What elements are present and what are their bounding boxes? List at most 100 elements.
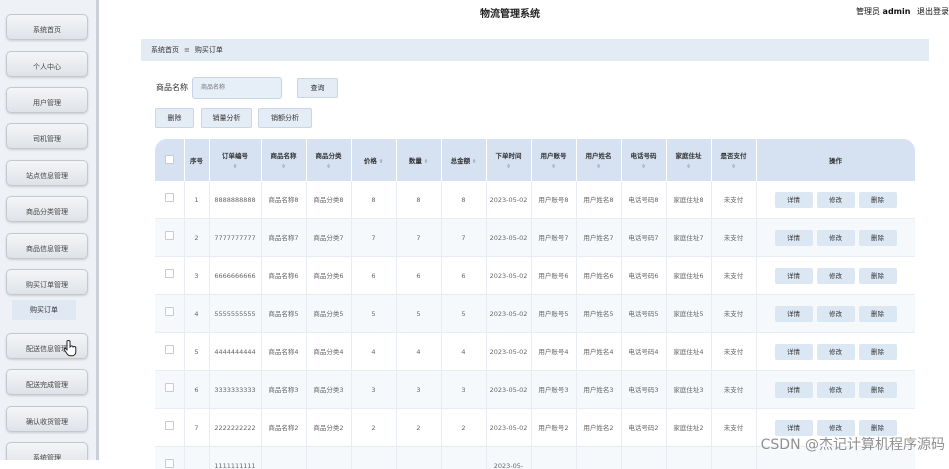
detail-button[interactable]: 详情 xyxy=(775,306,813,322)
row-select-cell[interactable] xyxy=(155,371,184,409)
row-delete-button[interactable]: 删除 xyxy=(859,192,897,208)
search-button[interactable]: 查询 xyxy=(297,78,338,98)
edit-button[interactable]: 修改 xyxy=(817,306,855,322)
breadcrumb-separator: ≡ xyxy=(184,46,190,54)
cell-quantity: 6 xyxy=(396,257,441,295)
header-product-name[interactable]: 商品名称⇳ xyxy=(261,139,306,181)
sort-icon[interactable]: ⇳ xyxy=(307,165,351,170)
sidebar-subitem-purchase-orders[interactable]: 购买订单 xyxy=(12,300,76,320)
row-select-cell[interactable] xyxy=(155,333,184,371)
cell-index: 4 xyxy=(184,295,209,333)
edit-button[interactable]: 修改 xyxy=(817,192,855,208)
edit-button[interactable]: 修改 xyxy=(817,382,855,398)
sort-icon[interactable]: ⇳ xyxy=(487,165,531,170)
header-order-time[interactable]: 下单时间⇳ xyxy=(486,139,531,181)
breadcrumb-home[interactable]: 系统首页 xyxy=(151,45,179,55)
row-checkbox[interactable] xyxy=(165,269,174,278)
sort-icon[interactable]: ⇳ xyxy=(532,165,576,170)
header-order-no[interactable]: 订单编号⇳ xyxy=(209,139,261,181)
sort-icon[interactable]: ⇳ xyxy=(577,165,621,170)
sidebar-item-products[interactable]: 商品信息管理 xyxy=(6,233,88,259)
sort-icon[interactable]: ⇳ xyxy=(210,165,261,170)
sort-icon[interactable]: ⇳ xyxy=(424,159,428,165)
header-user-name[interactable]: 用户姓名⇳ xyxy=(576,139,621,181)
row-actions-cell: 详情修改删除 xyxy=(756,219,915,257)
row-checkbox[interactable] xyxy=(165,345,174,354)
header-select-all[interactable] xyxy=(155,139,184,181)
logout-link[interactable]: 退出登录 xyxy=(917,7,949,16)
cell-address: 家庭住址7 xyxy=(666,219,711,257)
cell-order-time: 2023-05-02 xyxy=(486,257,531,295)
cell-product-name xyxy=(261,447,306,469)
sidebar-item-confirm-receipt[interactable]: 确认收货管理 xyxy=(6,406,88,432)
edit-button[interactable]: 修改 xyxy=(817,268,855,284)
detail-button[interactable]: 详情 xyxy=(775,230,813,246)
search-input[interactable] xyxy=(192,77,282,99)
header-category[interactable]: 商品分类⇳ xyxy=(306,139,351,181)
sidebar-item-drivers[interactable]: 司机管理 xyxy=(6,123,88,149)
sort-icon[interactable]: ⇳ xyxy=(712,165,756,170)
delete-button[interactable]: 删除 xyxy=(155,108,194,128)
sidebar-item-orders[interactable]: 购买订单管理 xyxy=(6,269,88,295)
detail-button[interactable]: 详情 xyxy=(775,192,813,208)
row-delete-button[interactable]: 删除 xyxy=(859,230,897,246)
header-account[interactable]: 用户账号⇳ xyxy=(531,139,576,181)
header-quantity[interactable]: 数量⇳ xyxy=(396,139,441,181)
sidebar-item-categories[interactable]: 商品分类管理 xyxy=(6,196,88,222)
row-checkbox[interactable] xyxy=(165,231,174,240)
edit-button[interactable]: 修改 xyxy=(817,344,855,360)
row-delete-button[interactable]: 删除 xyxy=(859,382,897,398)
row-delete-button[interactable]: 删除 xyxy=(859,268,897,284)
header-phone[interactable]: 电话号码⇳ xyxy=(621,139,666,181)
detail-button[interactable]: 详情 xyxy=(775,268,813,284)
row-checkbox[interactable] xyxy=(165,193,174,202)
row-select-cell[interactable] xyxy=(155,219,184,257)
header-address[interactable]: 家庭住址⇳ xyxy=(666,139,711,181)
cell-phone: 电话号码5 xyxy=(621,295,666,333)
cell-phone xyxy=(621,447,666,469)
sort-icon[interactable]: ⇳ xyxy=(262,165,306,170)
row-checkbox[interactable] xyxy=(165,459,174,468)
row-select-cell[interactable] xyxy=(155,447,184,469)
edit-button[interactable]: 修改 xyxy=(817,230,855,246)
sidebar-item-delivery-done[interactable]: 配送完成管理 xyxy=(6,369,88,395)
sidebar-item-system[interactable]: 系统管理 xyxy=(6,442,88,460)
cell-price: 7 xyxy=(351,219,396,257)
cell-user-name: 用户姓名8 xyxy=(576,181,621,219)
hand-cursor-icon xyxy=(62,339,78,357)
row-checkbox[interactable] xyxy=(165,421,174,430)
user-info: 管理员 admin 退出登录 xyxy=(856,6,949,17)
cell-category xyxy=(306,447,351,469)
row-select-cell[interactable] xyxy=(155,409,184,447)
row-checkbox[interactable] xyxy=(165,307,174,316)
sidebar-item-users[interactable]: 用户管理 xyxy=(6,87,88,113)
header-paid[interactable]: 是否支付⇳ xyxy=(711,139,756,181)
select-all-checkbox[interactable] xyxy=(165,155,174,164)
sort-icon[interactable]: ⇳ xyxy=(472,159,476,165)
amount-analysis-button[interactable]: 销额分析 xyxy=(258,108,312,128)
sidebar-item-profile[interactable]: 个人中心 xyxy=(6,51,88,77)
sidebar-item-stations[interactable]: 站点信息管理 xyxy=(6,160,88,186)
row-actions-cell: 详情修改删除 xyxy=(756,295,915,333)
detail-button[interactable]: 详情 xyxy=(775,382,813,398)
detail-button[interactable]: 详情 xyxy=(775,344,813,360)
row-select-cell[interactable] xyxy=(155,295,184,333)
cell-phone: 电话号码2 xyxy=(621,409,666,447)
cell-product-name: 商品名称8 xyxy=(261,181,306,219)
table-body: 18888888888商品名称8商品分类88882023-05-02用户账号8用… xyxy=(155,181,915,469)
row-delete-button[interactable]: 删除 xyxy=(859,344,897,360)
row-delete-button[interactable]: 删除 xyxy=(859,306,897,322)
sort-icon[interactable]: ⇳ xyxy=(379,159,383,165)
table-row: 45555555555商品名称5商品分类55552023-05-02用户账号5用… xyxy=(155,295,915,333)
sort-icon[interactable]: ⇳ xyxy=(622,165,666,170)
sales-analysis-button[interactable]: 销量分析 xyxy=(201,108,252,128)
header-total[interactable]: 总金额⇳ xyxy=(441,139,486,181)
row-select-cell[interactable] xyxy=(155,257,184,295)
sidebar-item-home[interactable]: 系统首页 xyxy=(6,14,88,40)
header-price[interactable]: 价格⇳ xyxy=(351,139,396,181)
cell-total: 2 xyxy=(441,409,486,447)
row-select-cell[interactable] xyxy=(155,181,184,219)
cell-user-name: 用户姓名3 xyxy=(576,371,621,409)
row-checkbox[interactable] xyxy=(165,383,174,392)
sort-icon[interactable]: ⇳ xyxy=(667,165,711,170)
